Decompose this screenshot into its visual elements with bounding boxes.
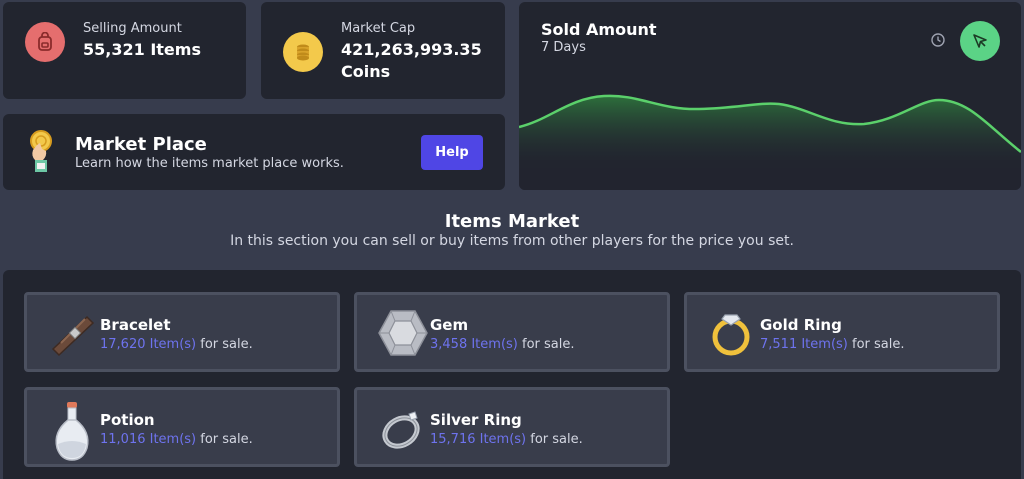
market-cap-card: Market Cap 421,263,993.35 Coins [261, 2, 505, 99]
item-availability: 3,458 Item(s) for sale. [430, 337, 575, 352]
selling-amount-label: Selling Amount [83, 21, 182, 36]
potion-icon [47, 402, 99, 461]
help-button[interactable]: Help [421, 135, 483, 170]
hand-coin-icon [23, 128, 61, 176]
item-suffix: for sale. [200, 432, 253, 447]
item-suffix: for sale. [852, 337, 905, 352]
marketplace-title: Market Place [75, 134, 207, 155]
item-availability: 11,016 Item(s) for sale. [100, 432, 253, 447]
bracelet-icon [47, 307, 99, 359]
item-suffix: for sale. [530, 432, 583, 447]
item-name: Silver Ring [430, 411, 522, 429]
items-market-subtitle: In this section you can sell or buy item… [230, 233, 794, 249]
sold-amount-sparkline [519, 94, 1021, 190]
gold-ring-icon [707, 307, 759, 359]
item-card-potion[interactable]: Potion 11,016 Item(s) for sale. [24, 387, 340, 467]
selling-amount-card: Selling Amount 55,321 Items [3, 2, 246, 99]
market-cap-unit: Coins [341, 62, 391, 81]
item-count: 11,016 Item(s) [100, 432, 197, 447]
item-count: 17,620 Item(s) [100, 337, 197, 352]
backpack-icon [25, 22, 65, 62]
item-availability: 15,716 Item(s) for sale. [430, 432, 583, 447]
item-suffix: for sale. [200, 337, 253, 352]
item-name: Bracelet [100, 316, 171, 334]
sold-amount-card: Sold Amount 7 Days [519, 2, 1021, 190]
item-name: Potion [100, 411, 155, 429]
item-count: 7,511 Item(s) [760, 337, 848, 352]
item-name: Gold Ring [760, 316, 842, 334]
item-availability: 17,620 Item(s) for sale. [100, 337, 253, 352]
marketplace-description: Learn how the items market place works. [75, 156, 344, 171]
silver-ring-icon [377, 402, 429, 454]
item-availability: 7,511 Item(s) for sale. [760, 337, 905, 352]
market-cap-value: 421,263,993.35 [341, 40, 482, 59]
item-card-silver-ring[interactable]: Silver Ring 15,716 Item(s) for sale. [354, 387, 670, 467]
gem-icon [377, 307, 429, 359]
coins-icon [283, 32, 323, 72]
item-count: 3,458 Item(s) [430, 337, 518, 352]
item-suffix: for sale. [522, 337, 575, 352]
items-market-title: Items Market [444, 211, 580, 232]
item-count: 15,716 Item(s) [430, 432, 527, 447]
selling-amount-value: 55,321 Items [83, 40, 201, 59]
item-name: Gem [430, 316, 469, 334]
market-cap-label: Market Cap [341, 21, 416, 36]
item-card-gold-ring[interactable]: Gold Ring 7,511 Item(s) for sale. [684, 292, 1000, 372]
item-card-gem[interactable]: Gem 3,458 Item(s) for sale. [354, 292, 670, 372]
item-card-bracelet[interactable]: Bracelet 17,620 Item(s) for sale. [24, 292, 340, 372]
